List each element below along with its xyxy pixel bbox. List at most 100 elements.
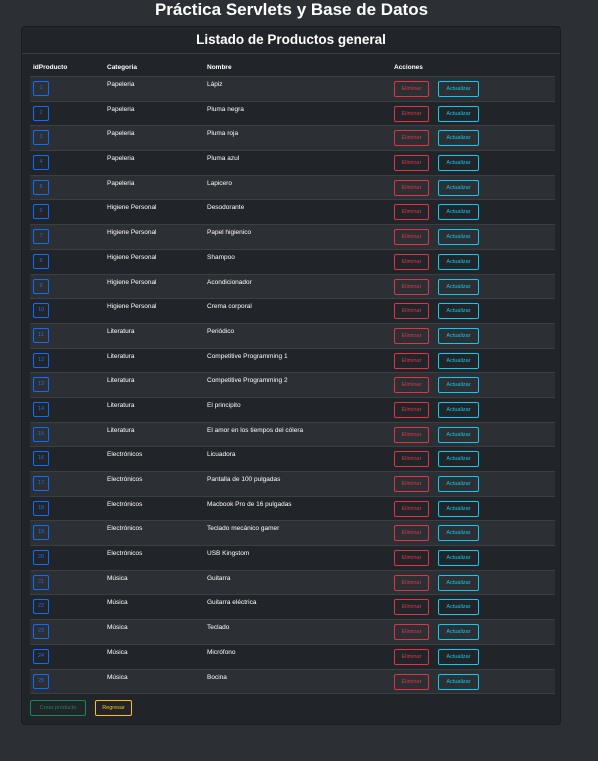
- product-id-button[interactable]: 24: [33, 648, 49, 664]
- delete-button[interactable]: Eliminar: [394, 130, 429, 147]
- product-id-button[interactable]: 7: [33, 229, 49, 245]
- product-name: Pantalla de 100 pulgadas: [207, 476, 281, 483]
- update-button[interactable]: Actualizar: [438, 624, 479, 641]
- delete-button[interactable]: Eliminar: [394, 451, 429, 468]
- product-category: Literatura: [107, 377, 135, 385]
- update-button[interactable]: Actualizar: [438, 476, 479, 492]
- delete-button[interactable]: Eliminar: [394, 599, 429, 616]
- table-row: 9 Higiene Personal Acondicionador Eliminar A…: [30, 274, 555, 300]
- product-id-button[interactable]: 13: [33, 377, 49, 393]
- product-category: Electrónicos: [107, 476, 143, 483]
- product-id-button[interactable]: 12: [33, 352, 49, 368]
- product-id-button[interactable]: 10: [33, 303, 49, 319]
- delete-button[interactable]: Eliminar: [394, 500, 429, 517]
- update-button[interactable]: Actualizar: [438, 377, 479, 394]
- table-row: 13 Literatura Competitive Programming 2 Eli…: [30, 373, 555, 398]
- update-button[interactable]: Actualizar: [438, 81, 479, 97]
- delete-button[interactable]: Eliminar: [394, 303, 429, 320]
- delete-button[interactable]: Eliminar: [394, 179, 429, 196]
- product-name: Lápiz: [207, 81, 223, 88]
- back-button[interactable]: Regresar: [95, 700, 132, 716]
- product-id-button[interactable]: 18: [33, 500, 49, 516]
- update-button[interactable]: Actualizar: [438, 525, 479, 542]
- update-button[interactable]: Actualizar: [438, 278, 479, 295]
- product-category: Literatura: [107, 327, 135, 335]
- update-button[interactable]: Actualizar: [438, 426, 479, 443]
- product-id-button[interactable]: 16: [33, 451, 49, 467]
- update-button[interactable]: Actualizar: [438, 599, 479, 616]
- product-id-button[interactable]: 11: [33, 327, 49, 343]
- product-id-button[interactable]: 4: [33, 155, 49, 171]
- table-row: 24 Música Micrófono Eliminar Actualizar: [30, 645, 555, 670]
- page-title: Práctica Servlets y Base de Datos: [154, 0, 429, 19]
- product-id-button[interactable]: 17: [33, 476, 49, 491]
- delete-button[interactable]: Eliminar: [394, 574, 429, 591]
- product-id-button[interactable]: 22: [33, 599, 49, 615]
- delete-button[interactable]: Eliminar: [394, 204, 429, 221]
- update-button[interactable]: Actualizar: [438, 327, 479, 344]
- update-button[interactable]: Actualizar: [438, 179, 479, 196]
- product-name: Teclado: [207, 624, 230, 632]
- delete-button[interactable]: Eliminar: [394, 229, 429, 246]
- product-name: Shampoo: [207, 253, 235, 261]
- update-button[interactable]: Actualizar: [438, 253, 479, 270]
- table-row: 11 Literatura Periódico Eliminar Actualizar: [30, 323, 555, 349]
- delete-button[interactable]: Eliminar: [394, 377, 429, 394]
- product-id-button[interactable]: 25: [33, 673, 49, 689]
- delete-button[interactable]: Eliminar: [394, 81, 429, 97]
- update-button[interactable]: Actualizar: [438, 105, 479, 122]
- product-id-button[interactable]: 8: [33, 253, 49, 269]
- product-id-button[interactable]: 3: [33, 130, 49, 146]
- update-button[interactable]: Actualizar: [438, 451, 479, 468]
- update-button[interactable]: Actualizar: [438, 648, 479, 665]
- delete-button[interactable]: Eliminar: [394, 278, 429, 295]
- product-name: Pluma negra: [207, 105, 244, 113]
- update-button[interactable]: Actualizar: [438, 155, 479, 172]
- delete-button[interactable]: Eliminar: [394, 401, 429, 418]
- delete-button[interactable]: Eliminar: [394, 648, 429, 665]
- table-row: 10 Higiene Personal Crema corporal Eliminar…: [30, 299, 555, 324]
- delete-button[interactable]: Eliminar: [394, 155, 429, 172]
- table-row: 20 Electrónicos USB Kingstom Eliminar Actual…: [30, 546, 555, 571]
- update-button[interactable]: Actualizar: [438, 401, 479, 418]
- update-button[interactable]: Actualizar: [438, 204, 479, 221]
- update-button[interactable]: Actualizar: [438, 352, 479, 369]
- product-id-button[interactable]: 9: [33, 278, 49, 294]
- delete-button[interactable]: Eliminar: [394, 253, 429, 270]
- delete-button[interactable]: Eliminar: [394, 673, 429, 690]
- delete-button[interactable]: Eliminar: [394, 327, 429, 344]
- product-name: Teclado mecánico gamer: [207, 525, 280, 533]
- header-actions: Acciones: [394, 64, 423, 71]
- product-category: Electrónicos: [107, 550, 143, 558]
- product-id-button[interactable]: 19: [33, 525, 49, 541]
- product-id-button[interactable]: 21: [33, 574, 49, 590]
- product-id-button[interactable]: 6: [33, 204, 49, 220]
- update-button[interactable]: Actualizar: [438, 229, 479, 246]
- product-id-button[interactable]: 20: [33, 550, 49, 566]
- update-button[interactable]: Actualizar: [438, 673, 479, 690]
- product-name: Competitive Programming 1: [207, 352, 288, 360]
- product-category: Papeleria: [107, 105, 135, 113]
- product-id-button[interactable]: 5: [33, 179, 49, 195]
- product-id-button[interactable]: 1: [33, 81, 49, 96]
- update-button[interactable]: Actualizar: [438, 130, 479, 147]
- update-button[interactable]: Actualizar: [438, 500, 479, 517]
- update-button[interactable]: Actualizar: [438, 550, 479, 567]
- product-name: Competitive Programming 2: [207, 377, 288, 385]
- product-id-button[interactable]: 23: [33, 624, 49, 640]
- table-row: 3 Papeleria Pluma roja Eliminar Actualizar: [30, 126, 555, 152]
- product-id-button[interactable]: 15: [33, 426, 49, 442]
- delete-button[interactable]: Eliminar: [394, 426, 429, 443]
- table-body: 1 Papeleria Lápiz Eliminar Actualizar 2 Papele…: [30, 77, 555, 695]
- update-button[interactable]: Actualizar: [438, 303, 479, 320]
- product-id-button[interactable]: 14: [33, 401, 49, 417]
- delete-button[interactable]: Eliminar: [394, 352, 429, 369]
- create-product-button[interactable]: Crear producto: [30, 700, 86, 716]
- delete-button[interactable]: Eliminar: [394, 550, 429, 567]
- delete-button[interactable]: Eliminar: [394, 525, 429, 542]
- delete-button[interactable]: Eliminar: [394, 624, 429, 641]
- update-button[interactable]: Actualizar: [438, 574, 479, 591]
- product-id-button[interactable]: 2: [33, 105, 49, 121]
- delete-button[interactable]: Eliminar: [394, 105, 429, 122]
- delete-button[interactable]: Eliminar: [394, 476, 429, 492]
